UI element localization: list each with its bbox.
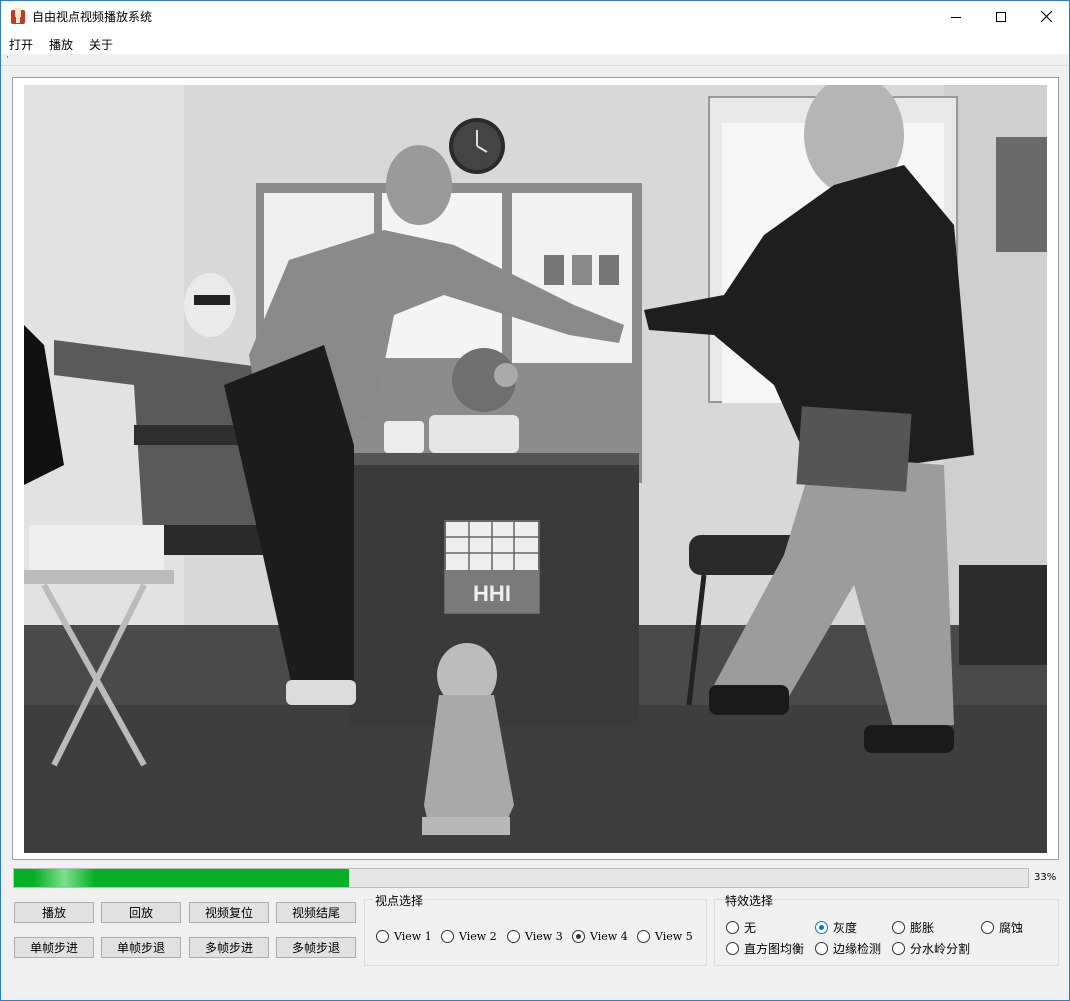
video-frame: HHI (12, 77, 1059, 860)
maximize-icon (996, 11, 1006, 22)
radio-label: 膨胀 (910, 921, 935, 935)
main-window: 自由视点视频播放系统 打开 播放 关于 HHI 33% 播放 回放 视频复位 视… (0, 0, 1070, 1001)
radio-label: 分水岭分割 (910, 942, 971, 956)
radio-effect-histogram-equalization[interactable]: 直方图均衡 (726, 940, 804, 957)
radio-label: View 1 (394, 930, 432, 943)
minimize-icon (951, 16, 961, 18)
radio-label: 无 (744, 921, 757, 935)
radio-effect-erode[interactable]: 腐蚀 (981, 919, 1023, 936)
radio-label: 腐蚀 (999, 921, 1024, 935)
effect-select-title: 特效选择 (723, 892, 776, 909)
minimize-button[interactable] (933, 1, 979, 32)
radio-label: View 2 (459, 930, 497, 943)
radio-circle (726, 942, 739, 955)
radio-view-2[interactable]: View 2 (441, 930, 497, 943)
close-icon (1040, 11, 1052, 22)
radio-effect-edge-detection[interactable]: 边缘检测 (815, 940, 881, 957)
menu-play[interactable]: 播放 (49, 36, 73, 53)
radio-view-1[interactable]: View 1 (376, 930, 432, 943)
toolbar-grip (7, 56, 8, 58)
video-end-button[interactable]: 视频结尾 (276, 902, 356, 923)
radio-label: 灰度 (833, 921, 858, 935)
progress-bar[interactable] (13, 868, 1029, 888)
radio-label: 直方图均衡 (744, 942, 805, 956)
menu-open[interactable]: 打开 (9, 36, 33, 53)
single-frame-back-button[interactable]: 单帧步退 (101, 937, 181, 958)
radio-effect-dilate[interactable]: 膨胀 (892, 919, 934, 936)
radio-circle-selected (815, 921, 828, 934)
radio-circle (981, 921, 994, 934)
menu-bar: 打开 播放 关于 (1, 32, 1069, 54)
hhi-sign-text: HHI (473, 581, 511, 606)
radio-circle (892, 942, 905, 955)
app-icon (11, 8, 25, 24)
video-reset-button[interactable]: 视频复位 (189, 902, 269, 923)
radio-label: View 5 (655, 930, 693, 943)
radio-circle (815, 942, 828, 955)
radio-circle (376, 930, 389, 943)
radio-circle (637, 930, 650, 943)
radio-view-5[interactable]: View 5 (637, 930, 693, 943)
view-select-title: 视点选择 (373, 892, 426, 909)
radio-circle (441, 930, 454, 943)
view-select-group: 视点选择 View 1 View 2 View 3 View 4 View 5 (364, 892, 707, 966)
replay-button[interactable]: 回放 (101, 902, 181, 923)
radio-circle (507, 930, 520, 943)
radio-view-4[interactable]: View 4 (572, 930, 628, 943)
maximize-button[interactable] (978, 1, 1024, 32)
title-bar: 自由视点视频播放系统 (1, 1, 1069, 32)
menu-separator (1, 54, 1069, 66)
window-title: 自由视点视频播放系统 (32, 10, 153, 24)
play-button[interactable]: 播放 (14, 902, 94, 923)
video-display[interactable]: HHI (24, 85, 1047, 853)
progress-label: 33% (1034, 872, 1057, 883)
radio-circle (892, 921, 905, 934)
radio-effect-none[interactable]: 无 (726, 919, 756, 936)
radio-effect-watershed[interactable]: 分水岭分割 (892, 940, 970, 957)
radio-view-3[interactable]: View 3 (507, 930, 563, 943)
radio-circle (726, 921, 739, 934)
multi-frame-back-button[interactable]: 多帧步退 (276, 937, 356, 958)
radio-label: 边缘检测 (833, 942, 882, 956)
multi-frame-forward-button[interactable]: 多帧步进 (189, 937, 269, 958)
close-button[interactable] (1023, 1, 1069, 32)
progress-fill (14, 869, 349, 887)
menu-about[interactable]: 关于 (89, 36, 113, 53)
radio-effect-grayscale[interactable]: 灰度 (815, 919, 857, 936)
effect-select-group: 特效选择 无 灰度 膨胀 腐蚀 直方图均衡 边缘检测 分水岭分割 (714, 892, 1059, 966)
radio-label: View 4 (590, 930, 628, 943)
radio-label: View 3 (525, 930, 563, 943)
radio-circle-selected (572, 930, 585, 943)
single-frame-forward-button[interactable]: 单帧步进 (14, 937, 94, 958)
